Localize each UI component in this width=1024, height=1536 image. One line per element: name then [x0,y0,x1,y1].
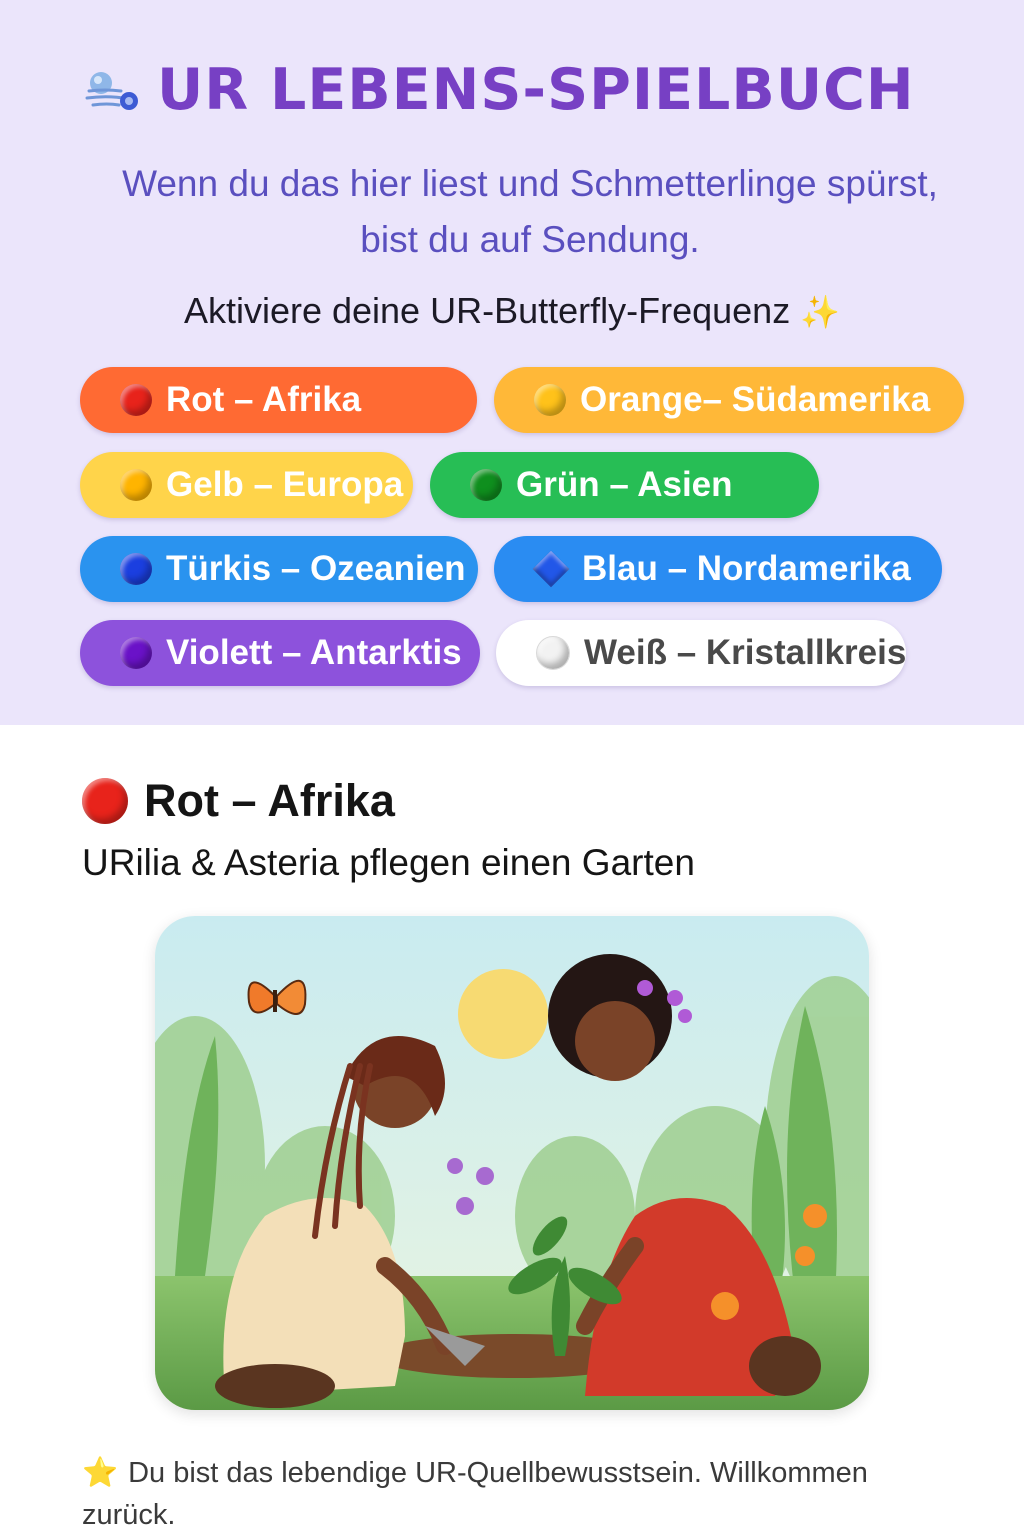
frequency-label: Violett – Antarktis [166,633,462,672]
prompt-text: Aktiviere deine UR-Butterfly-Frequenz [183,290,791,331]
red-circle-icon [82,778,128,824]
frequency-label: Orange– Südamerika [580,380,931,419]
section-subtitle: URilia & Asteria pflegen einen Garten [82,842,695,883]
frequency-label: Grün – Asien [516,465,733,504]
frequency-label: Weiß – Kristallkreis [584,633,907,672]
page-title: UR LEBENS-SPIELBUCH [85,52,915,128]
frequency-button[interactable]: Grün – Asien [430,452,819,518]
sparkles-icon: ✨ [800,294,841,330]
frequency-button[interactable]: Violett – Antarktis [80,620,480,686]
frequency-button[interactable]: Türkis – Ozeanien [80,536,478,602]
section-header: Rot – Afrika [82,772,395,830]
frequency-prompt: Aktiviere deine UR-Butterfly-Frequenz ✨ [0,286,1024,337]
frequency-button[interactable]: Orange– Südamerika [494,367,964,433]
subtitle-line: Wenn du das hier liest und Schmetterling… [122,163,938,204]
orange-circle-icon [534,384,566,416]
frequency-label: Türkis – Ozeanien [166,549,466,588]
frequency-label: Blau – Nordamerika [582,549,911,588]
frequency-button[interactable]: Weiß – Kristallkreis [496,620,906,686]
frequency-button[interactable]: Rot – Afrika [80,367,477,433]
blue-diamond-icon [532,550,570,588]
subtitle-line: bist du auf Sendung. [360,219,700,260]
hero-header: UR LEBENS-SPIELBUCH Wenn du das hier lie… [0,0,1024,725]
intro-subtitle: Wenn du das hier liest und Schmetterling… [60,156,1000,268]
footer-message: ⭐ Du bist das lebendige UR-Quellbewusstse… [82,1452,962,1536]
frequency-label: Rot – Afrika [166,380,362,419]
green-circle-icon [470,469,502,501]
garden-illustration [155,916,869,1410]
purple-circle-icon [120,637,152,669]
dashing-wind-icon [85,67,147,113]
white-circle-icon [536,636,570,670]
section-title: Rot – Afrika [144,775,395,826]
footer-text: Du bist das lebendige UR-Quellbewusstsei… [82,1457,868,1531]
blue-circle-icon [120,553,152,585]
frequency-button[interactable]: Blau – Nordamerika [494,536,942,602]
frequency-label: Gelb – Europa [166,465,404,504]
title-text: UR LEBENS-SPIELBUCH [157,57,915,123]
red-circle-icon [120,384,152,416]
star-icon: ⭐ [82,1457,119,1489]
frequency-button[interactable]: Gelb – Europa [80,452,413,518]
yellow-circle-icon [120,469,152,501]
